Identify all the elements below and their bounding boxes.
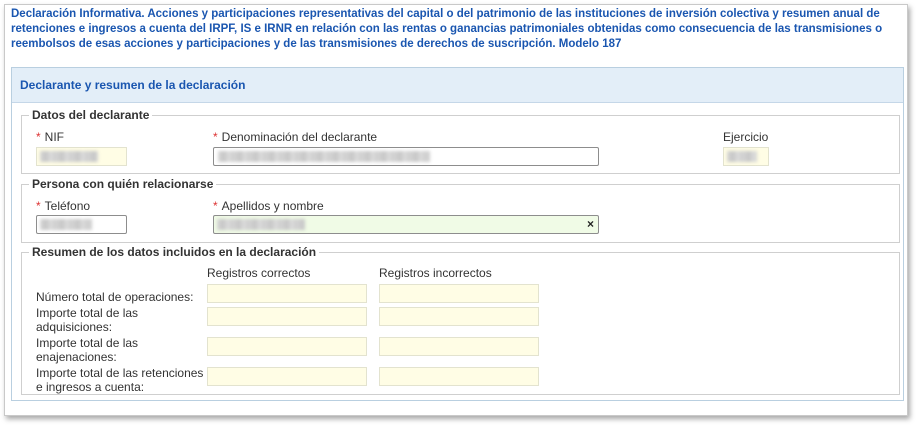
row-label-retenciones: Importe total de las retenciones e ingre… bbox=[36, 366, 204, 394]
required-mark: * bbox=[213, 130, 218, 144]
nif-field[interactable] bbox=[36, 147, 127, 166]
col-registros-correctos: Registros correctos bbox=[207, 266, 311, 280]
enajenaciones-incorrectos-field[interactable] bbox=[379, 337, 539, 356]
row-label-enajenaciones: Importe total de las enajenaciones: bbox=[36, 336, 139, 364]
resumen-legend: Resumen de los datos incluidos en la dec… bbox=[32, 245, 317, 259]
operaciones-incorrectos-field[interactable] bbox=[379, 284, 539, 303]
required-mark: * bbox=[36, 199, 41, 213]
persona-contacto-legend: Persona con quién relacionarse bbox=[32, 177, 214, 191]
nif-label: * NIF bbox=[36, 130, 65, 144]
ejercicio-field[interactable] bbox=[723, 147, 769, 166]
adquisiciones-correctos-field[interactable] bbox=[207, 307, 367, 326]
apellidos-label: * Apellidos y nombre bbox=[213, 199, 324, 213]
panel-header: Declarante y resumen de la declaración bbox=[12, 68, 903, 103]
required-mark: * bbox=[36, 130, 41, 144]
datos-declarante-legend: Datos del declarante bbox=[32, 108, 150, 122]
ejercicio-label: Ejercicio bbox=[723, 130, 769, 144]
page-title: Declaración Informativa. Acciones y part… bbox=[11, 8, 883, 50]
retenciones-correctos-field[interactable] bbox=[207, 367, 367, 386]
operaciones-correctos-field[interactable] bbox=[207, 284, 367, 303]
required-mark: * bbox=[213, 199, 218, 213]
denominacion-field[interactable] bbox=[213, 147, 599, 166]
declarante-panel: Declarante y resumen de la declaración D… bbox=[11, 67, 904, 401]
telefono-field[interactable] bbox=[36, 215, 127, 234]
row-label-adquisiciones: Importe total de las adquisiciones: bbox=[36, 306, 139, 334]
telefono-label: * Teléfono bbox=[36, 199, 91, 213]
adquisiciones-incorrectos-field[interactable] bbox=[379, 307, 539, 326]
denominacion-label: * Denominación del declarante bbox=[213, 130, 378, 144]
retenciones-incorrectos-field[interactable] bbox=[379, 367, 539, 386]
enajenaciones-correctos-field[interactable] bbox=[207, 337, 367, 356]
clear-icon[interactable]: × bbox=[587, 218, 594, 231]
apellidos-field[interactable]: × bbox=[213, 215, 599, 234]
col-registros-incorrectos: Registros incorrectos bbox=[379, 266, 492, 280]
